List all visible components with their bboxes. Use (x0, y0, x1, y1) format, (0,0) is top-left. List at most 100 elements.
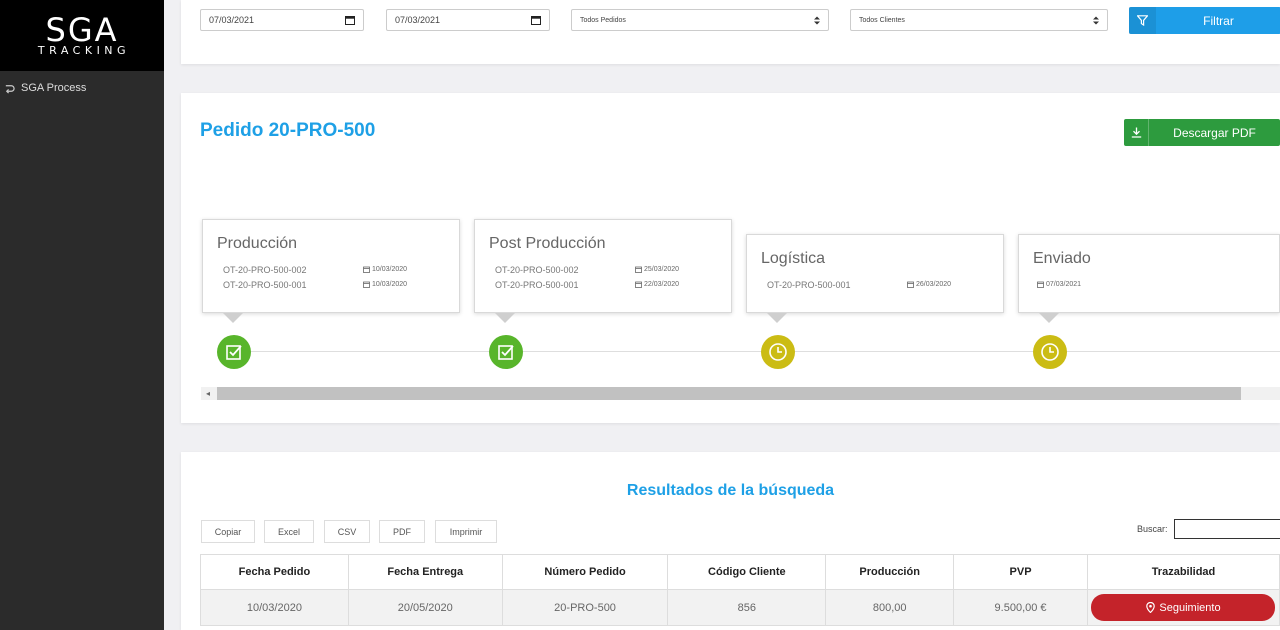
stage-date: 10/03/2020 (372, 281, 408, 288)
column-header[interactable]: Número Pedido (501, 554, 669, 590)
results-table: Fecha Pedido Fecha Entrega Número Pedido… (200, 554, 1280, 626)
sidebar-item-label: SGA Process (21, 82, 87, 94)
clients-select-value: Todos Clientes (859, 16, 905, 24)
filter-icon (1129, 7, 1156, 34)
stage-pointer (1039, 313, 1059, 323)
filter-panel: 07/03/2021 07/03/2021 Todos Pedidos Todo… (181, 0, 1280, 64)
column-header[interactable]: Fecha Pedido (200, 554, 349, 590)
calendar-icon (363, 281, 370, 288)
print-button[interactable]: Imprimir (435, 520, 497, 543)
column-header[interactable]: Trazabilidad (1086, 554, 1280, 590)
stage-date: 25/03/2020 (644, 266, 680, 273)
column-header[interactable]: PVP (953, 554, 1088, 590)
calendar-icon (363, 266, 370, 273)
calendar-icon (907, 281, 914, 288)
stage-card-produccion: Producción OT-20-PRO-500-002 10/03/2020 … (202, 219, 460, 313)
stage-date: 26/03/2020 (916, 281, 952, 288)
order-panel: Pedido 20-PRO-500 Descargar PDF Producci… (181, 93, 1280, 423)
copy-button[interactable]: Copiar (201, 520, 255, 543)
stage-pointer (767, 313, 787, 323)
calendar-icon (345, 16, 355, 25)
stage-title: Enviado (1033, 250, 1091, 267)
stage-row: OT-20-PRO-500-001 10/03/2020 (203, 277, 459, 292)
cell-fecha-entrega: 20/05/2020 (347, 589, 503, 626)
cell-pvp: 9.500,00 € (953, 589, 1088, 626)
excel-button[interactable]: Excel (264, 520, 314, 543)
stage-ot: OT-20-PRO-500-002 (495, 264, 579, 275)
column-header[interactable]: Código Cliente (667, 554, 827, 590)
calendar-icon (635, 266, 642, 273)
date-to-value: 07/03/2021 (395, 15, 441, 25)
filter-button[interactable]: Filtrar (1129, 7, 1280, 34)
calendar-icon (635, 281, 642, 288)
stage-ot: OT-20-PRO-500-002 (223, 264, 307, 275)
pdf-export-button[interactable]: PDF (379, 520, 425, 543)
download-icon (1124, 119, 1149, 146)
stage-row: OT-20-PRO-500-001 26/03/2020 (747, 277, 1003, 292)
stage-row: OT-20-PRO-500-002 25/03/2020 (475, 262, 731, 277)
select-arrows-icon (1093, 16, 1099, 24)
cell-codigo-cliente: 856 (667, 589, 827, 626)
stage-card-enviado: Enviado 07/03/2021 (1018, 234, 1280, 313)
calendar-icon (1037, 281, 1044, 288)
logo[interactable]: SGA TRACKING (0, 0, 164, 71)
stage-ot: OT-20-PRO-500-001 (223, 279, 307, 290)
stage-ot: OT-20-PRO-500-001 (767, 279, 851, 290)
sidebar-item-sga-process[interactable]: SGA Process (0, 71, 164, 94)
checkbox-done-icon (217, 335, 251, 369)
cell-produccion: 800,00 (825, 589, 955, 626)
scroll-thumb[interactable] (217, 387, 1241, 400)
timeline-line (233, 351, 1280, 352)
stage-row: 07/03/2021 (1019, 277, 1279, 292)
stage-title: Logística (761, 250, 826, 267)
select-arrows-icon (814, 16, 820, 24)
scroll-left-arrow-icon[interactable]: ◂ (201, 387, 215, 400)
horizontal-scrollbar[interactable]: ◂ (201, 387, 1280, 400)
orders-select-value: Todos Pedidos (580, 16, 626, 24)
filter-button-label: Filtrar (1203, 13, 1234, 28)
cell-numero-pedido: 20-PRO-500 (501, 589, 669, 626)
stage-date: 07/03/2021 (1046, 281, 1082, 288)
stage-pointer (223, 313, 243, 323)
clients-select[interactable]: Todos Clientes (850, 9, 1108, 31)
process-icon (5, 84, 15, 94)
column-header[interactable]: Fecha Entrega (347, 554, 503, 590)
map-pin-icon (1146, 602, 1156, 613)
logo-main-text: SGA (45, 10, 119, 49)
table-row: 10/03/2020 20/05/2020 20-PRO-500 856 800… (200, 589, 1280, 626)
table-header-row: Fecha Pedido Fecha Entrega Número Pedido… (200, 554, 1280, 590)
stage-card-post-produccion: Post Producción OT-20-PRO-500-002 25/03/… (474, 219, 732, 313)
checkbox-done-icon (489, 335, 523, 369)
column-header[interactable]: Producción (825, 554, 955, 590)
cell-fecha-pedido: 10/03/2020 (200, 589, 349, 626)
results-panel: Resultados de la búsqueda Copiar Excel C… (181, 452, 1280, 630)
tracking-button-label: Seguimiento (1159, 601, 1221, 614)
download-pdf-button[interactable]: Descargar PDF (1124, 119, 1280, 146)
download-pdf-label: Descargar PDF (1173, 125, 1256, 140)
stage-card-logistica: Logística OT-20-PRO-500-001 26/03/2020 (746, 234, 1004, 313)
search-label: Buscar: (1137, 524, 1168, 534)
order-title: Pedido 20-PRO-500 (200, 120, 376, 141)
stage-row: OT-20-PRO-500-001 22/03/2020 (475, 277, 731, 292)
results-title: Resultados de la búsqueda (626, 482, 835, 499)
tracking-button[interactable]: Seguimiento (1091, 594, 1276, 621)
stage-ot: OT-20-PRO-500-001 (495, 279, 579, 290)
clock-pending-icon (1033, 335, 1067, 369)
date-to-input[interactable]: 07/03/2021 (386, 9, 550, 31)
stage-row: OT-20-PRO-500-002 10/03/2020 (203, 262, 459, 277)
stage-date: 22/03/2020 (644, 281, 680, 288)
sidebar: SGA TRACKING SGA Process (0, 0, 164, 630)
calendar-icon (531, 16, 541, 25)
logo-sub-text: TRACKING (37, 43, 131, 57)
stage-pointer (495, 313, 515, 323)
date-from-input[interactable]: 07/03/2021 (200, 9, 364, 31)
stage-date: 10/03/2020 (372, 266, 408, 273)
orders-select[interactable]: Todos Pedidos (571, 9, 829, 31)
stage-title: Producción (217, 235, 298, 252)
stage-title: Post Producción (489, 235, 606, 252)
cell-trazabilidad: Seguimiento (1086, 589, 1280, 626)
date-from-value: 07/03/2021 (209, 15, 255, 25)
csv-button[interactable]: CSV (324, 520, 370, 543)
search-input[interactable] (1174, 519, 1280, 539)
clock-pending-icon (761, 335, 795, 369)
